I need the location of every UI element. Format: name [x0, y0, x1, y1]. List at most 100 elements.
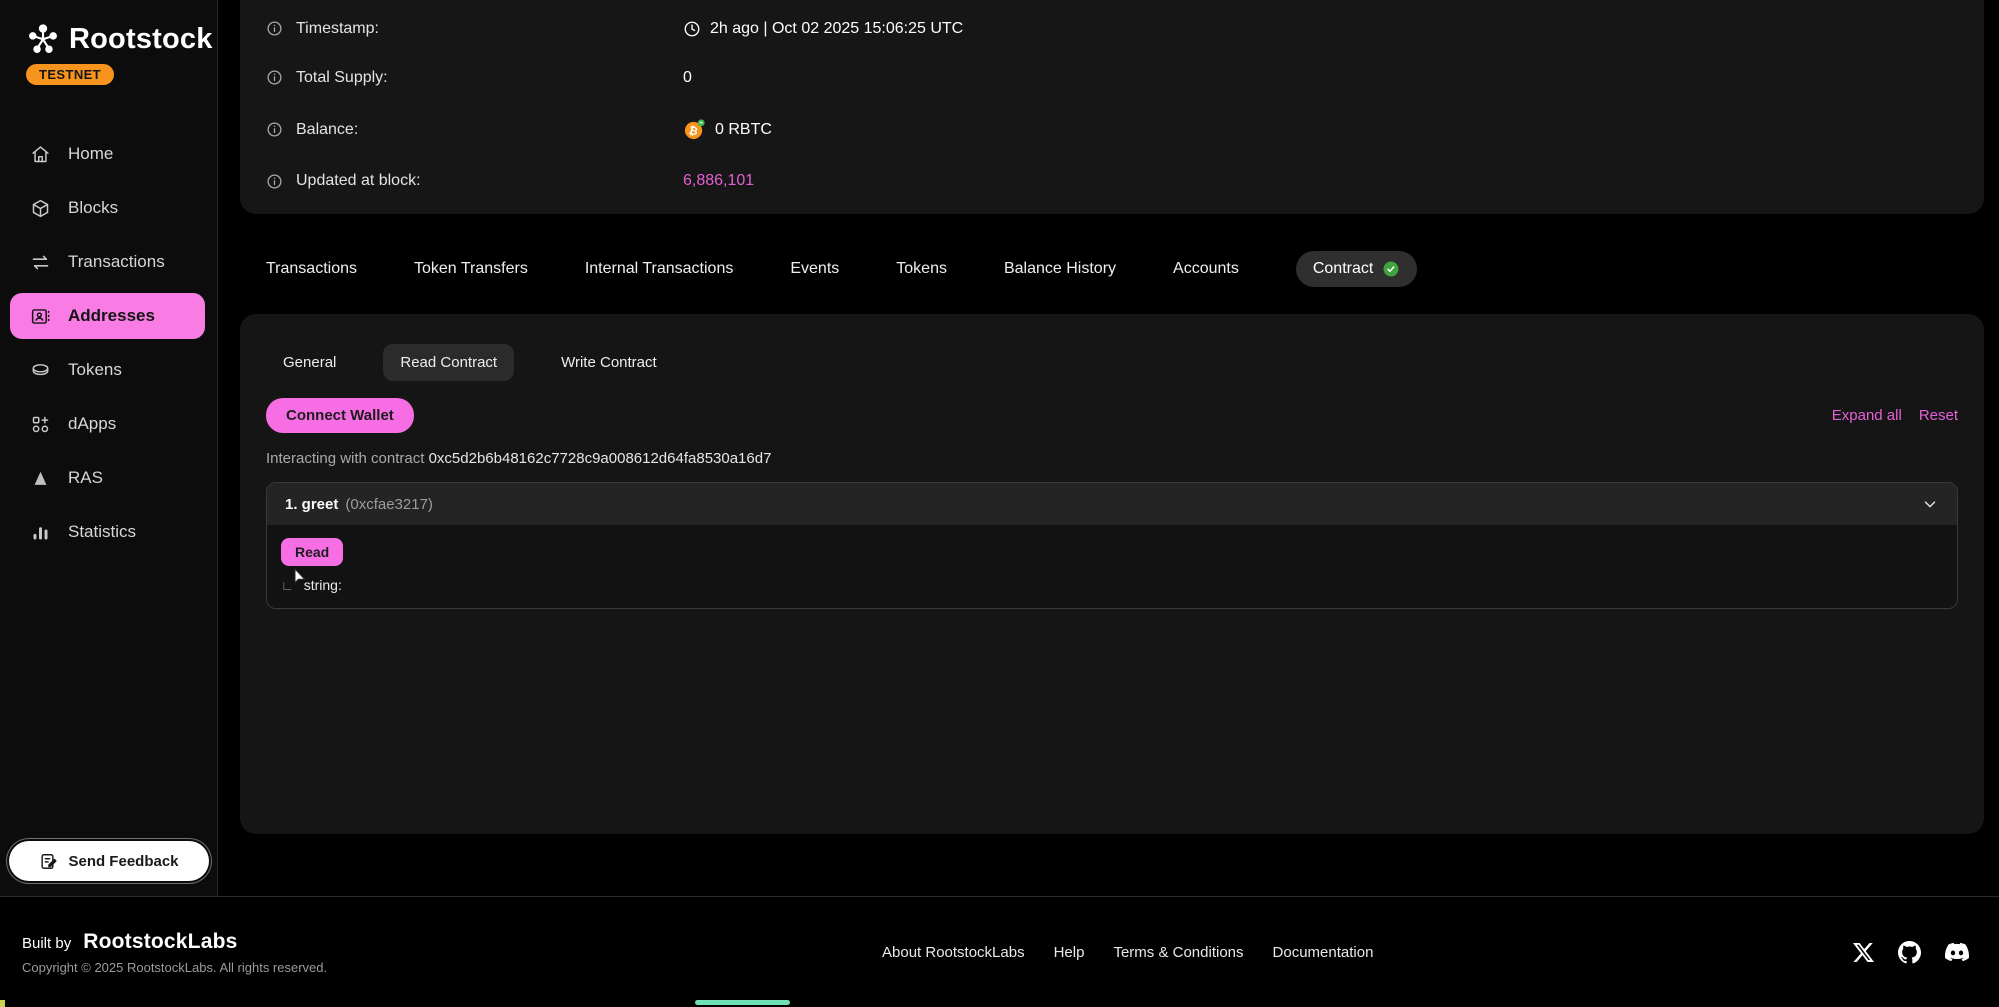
tab-events[interactable]: Events: [790, 260, 839, 278]
sidebar: Rootstock TESTNET Home: [0, 0, 218, 896]
main-content: Timestamp: 2h ago | Oct 02 2025 15:06:25…: [218, 0, 1999, 896]
tab-internal-transactions[interactable]: Internal Transactions: [585, 260, 734, 278]
sidebar-item-label: Statistics: [68, 522, 136, 542]
summary-row-timestamp: Timestamp: 2h ago | Oct 02 2025 15:06:25…: [266, 4, 1958, 53]
method-accordion-header[interactable]: 1. greet (0xcfae3217): [267, 483, 1957, 525]
tab-tokens[interactable]: Tokens: [896, 260, 947, 278]
address-tabs: Transactions Token Transfers Internal Tr…: [266, 249, 1984, 289]
contract-card: General Read Contract Write Contract Con…: [240, 314, 1984, 834]
sidebar-item-blocks[interactable]: Blocks: [10, 185, 205, 231]
x-icon[interactable]: [1853, 942, 1874, 963]
built-by-label: Built by: [22, 935, 71, 952]
rootstocklabs-wordmark[interactable]: RootstockLabs: [83, 930, 237, 954]
feedback-icon: [39, 852, 58, 871]
footer-link-help[interactable]: Help: [1054, 944, 1085, 961]
sidebar-item-addresses[interactable]: Addresses: [10, 293, 205, 339]
timestamp-value: 2h ago | Oct 02 2025 15:06:25 UTC: [710, 20, 963, 38]
sidebar-item-label: Addresses: [68, 306, 155, 326]
sidebar-item-label: Blocks: [68, 198, 118, 218]
sidebar-item-dapps[interactable]: dApps: [10, 401, 205, 447]
send-feedback-label: Send Feedback: [68, 853, 178, 870]
transactions-icon: [28, 250, 52, 274]
main-row: Rootstock TESTNET Home: [0, 0, 1999, 896]
info-icon[interactable]: [266, 121, 283, 138]
summary-row-balance: Balance: ₿ 0 RBTC: [266, 103, 1958, 157]
info-icon[interactable]: [266, 20, 283, 37]
tab-accounts[interactable]: Accounts: [1173, 260, 1239, 278]
method-accordion-body: Read ∟ string:: [267, 525, 1957, 608]
expand-all-link[interactable]: Expand all: [1832, 407, 1902, 424]
statistics-icon: [28, 520, 52, 544]
sidebar-item-statistics[interactable]: Statistics: [10, 509, 205, 555]
footer-link-terms[interactable]: Terms & Conditions: [1113, 944, 1243, 961]
sidebar-item-label: Transactions: [68, 252, 165, 272]
summary-label: Balance:: [296, 121, 358, 139]
sidebar-item-transactions[interactable]: Transactions: [10, 239, 205, 285]
subtab-write-contract[interactable]: Write Contract: [544, 344, 674, 381]
testnet-badge: TESTNET: [26, 64, 114, 85]
sidebar-item-label: Home: [68, 144, 113, 164]
brand-name: Rootstock: [69, 23, 213, 56]
wallet-row: Connect Wallet Expand all Reset: [266, 398, 1958, 433]
interacting-label: Interacting with contract: [266, 450, 424, 467]
sidebar-nav: Home Blocks Transa: [0, 127, 217, 559]
sidebar-item-label: dApps: [68, 414, 116, 434]
sidebar-item-tokens[interactable]: Tokens: [10, 347, 205, 393]
updated-block-link[interactable]: 6,886,101: [683, 172, 754, 190]
info-icon[interactable]: [266, 69, 283, 86]
chevron-down-icon[interactable]: [1921, 495, 1939, 513]
app-root: Rootstock TESTNET Home: [0, 0, 1999, 1007]
subtab-read-contract[interactable]: Read Contract: [383, 344, 514, 381]
sidebar-item-label: RAS: [68, 468, 103, 488]
corner-sliver: [0, 1000, 5, 1007]
check-circle-icon: [1382, 260, 1400, 278]
interacting-with-contract: Interacting with contract 0xc5d2b6b48162…: [266, 450, 1958, 467]
rootstock-logo-icon: [26, 22, 60, 56]
summary-label: Updated at block:: [296, 172, 421, 190]
method-title: 1. greet: [285, 496, 338, 513]
discord-icon[interactable]: [1945, 940, 1969, 964]
subtab-general[interactable]: General: [266, 344, 353, 381]
summary-label: Timestamp:: [296, 20, 379, 38]
footer-link-about[interactable]: About RootstockLabs: [882, 944, 1025, 961]
footer-link-documentation[interactable]: Documentation: [1273, 944, 1374, 961]
sidebar-item-ras[interactable]: RAS: [10, 455, 205, 501]
summary-row-updated-block: Updated at block: 6,886,101: [266, 157, 1958, 206]
tab-transactions[interactable]: Transactions: [266, 260, 357, 278]
mouse-cursor: [290, 567, 310, 592]
info-icon[interactable]: [266, 173, 283, 190]
sidebar-item-home[interactable]: Home: [10, 131, 205, 177]
tab-contract-label: Contract: [1313, 260, 1373, 278]
sidebar-item-label: Tokens: [68, 360, 122, 380]
rbtc-icon: ₿: [683, 118, 706, 141]
dapps-icon: [28, 412, 52, 436]
clock-icon: [683, 20, 701, 38]
method-accordion: 1. greet (0xcfae3217) Read: [266, 482, 1958, 609]
method-selector: (0xcfae3217): [345, 496, 433, 513]
footer: Built by RootstockLabs Copyright © 2025 …: [0, 896, 1999, 1007]
address-summary-card: Timestamp: 2h ago | Oct 02 2025 15:06:25…: [240, 0, 1984, 214]
connect-wallet-button[interactable]: Connect Wallet: [266, 398, 414, 433]
tab-contract[interactable]: Contract: [1296, 251, 1417, 287]
addresses-icon: [28, 304, 52, 328]
github-icon[interactable]: [1898, 941, 1921, 964]
brand[interactable]: Rootstock TESTNET: [0, 22, 217, 85]
blocks-icon: [28, 196, 52, 220]
tab-token-transfers[interactable]: Token Transfers: [414, 260, 528, 278]
summary-label: Total Supply:: [296, 69, 388, 87]
tokens-icon: [28, 358, 52, 382]
total-supply-value: 0: [683, 69, 692, 87]
method-output: ∟ string:: [281, 577, 1943, 593]
read-button[interactable]: Read: [281, 538, 343, 566]
contract-address: 0xc5d2b6b48162c7728c9a008612d64fa8530a16…: [429, 450, 772, 467]
footer-brand-block: Built by RootstockLabs Copyright © 2025 …: [22, 930, 632, 975]
summary-row-total-supply: Total Supply: 0: [266, 53, 1958, 102]
footer-social: [1853, 940, 1969, 964]
reset-link[interactable]: Reset: [1919, 407, 1958, 424]
home-icon: [28, 142, 52, 166]
send-feedback-button[interactable]: Send Feedback: [9, 841, 209, 881]
horizontal-scrollbar-thumb[interactable]: [695, 1000, 790, 1005]
contract-subtabs: General Read Contract Write Contract: [266, 344, 1958, 381]
tab-balance-history[interactable]: Balance History: [1004, 260, 1116, 278]
copyright-text: Copyright © 2025 RootstockLabs. All righ…: [22, 960, 632, 975]
